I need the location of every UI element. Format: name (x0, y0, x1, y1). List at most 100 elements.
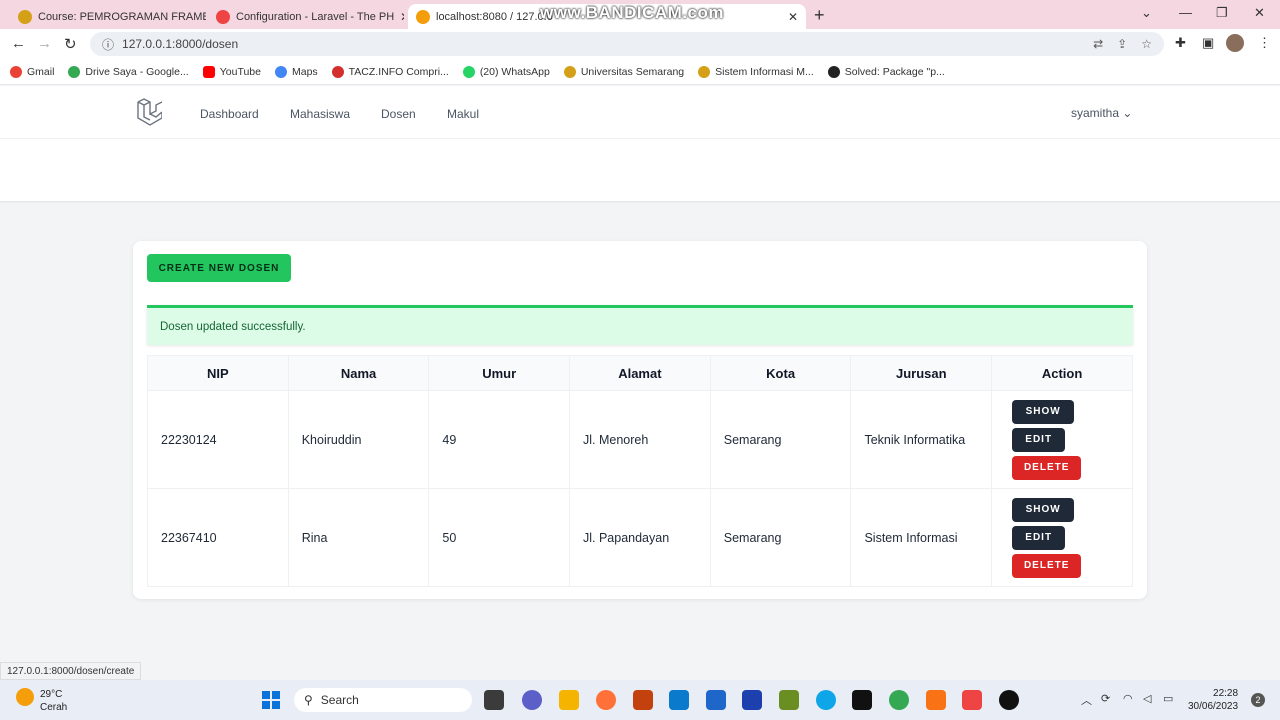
git-icon[interactable] (962, 690, 982, 710)
user-dropdown[interactable]: syamitha ⌄ (1071, 106, 1132, 120)
delete-button[interactable]: DELETE (1012, 455, 1082, 480)
cell-nip: 22367410 (147, 488, 289, 587)
maximize-button[interactable]: ❐ (1216, 5, 1228, 21)
start-button[interactable] (262, 691, 280, 709)
minimize-button[interactable]: — (1179, 5, 1192, 20)
recording-watermark: www.BANDICAM.com (540, 3, 724, 22)
bookmark-star-icon[interactable]: ☆ (1141, 37, 1152, 51)
share-icon[interactable]: ⇪ (1117, 37, 1127, 51)
reload-icon[interactable]: ↻ (64, 35, 77, 53)
maps-icon (274, 65, 287, 78)
task-view-icon[interactable] (484, 690, 504, 710)
xampp-icon[interactable] (926, 690, 946, 710)
cell-kota: Semarang (709, 390, 852, 489)
terminal-icon[interactable] (852, 690, 872, 710)
wifi-icon[interactable]: ◠ (1123, 692, 1133, 705)
cell-umur: 50 (428, 488, 570, 587)
bookmark-universitas[interactable]: Universitas Semarang (563, 65, 684, 78)
browser-tab-1[interactable]: Course: PEMROGRAMAN FRAME ✕ (10, 4, 206, 29)
firefox-icon[interactable] (596, 690, 616, 710)
bookmark-tacz[interactable]: TACZ.INFO Compri... (331, 65, 449, 78)
nav-dosen[interactable]: Dosen (381, 107, 416, 121)
profile-avatar[interactable] (1226, 34, 1244, 52)
drive-icon (68, 65, 81, 78)
url-text: 127.0.0.1:8000/dosen (122, 37, 239, 51)
file-explorer-icon[interactable] (559, 690, 579, 710)
success-alert: Dosen updated successfully. (147, 305, 1133, 345)
more-menu-icon[interactable]: ⋮ (1258, 35, 1271, 51)
column-header: Alamat (568, 355, 711, 391)
table-row: 22230124 Khoiruddin 49 Jl. Menoreh Semar… (147, 390, 1133, 489)
university-icon (18, 9, 32, 24)
translate-icon[interactable]: ⇄ (1093, 37, 1103, 51)
delete-button[interactable]: DELETE (1012, 553, 1082, 578)
vscode-icon[interactable] (669, 690, 689, 710)
weather-sun-icon (16, 688, 34, 706)
laravel-logo-icon[interactable] (136, 98, 162, 126)
info-icon[interactable]: ⓘ (102, 36, 114, 53)
close-icon[interactable]: ✕ (788, 10, 798, 24)
chrome-icon[interactable] (889, 690, 909, 710)
tab-title: localhost:8080 / 127.0.0 (436, 10, 553, 23)
cell-alamat: Jl. Papandayan (568, 488, 711, 587)
taskbar-search[interactable]: ⚲ Search (294, 688, 472, 712)
chat-icon[interactable] (522, 690, 542, 710)
nav-dashboard[interactable]: Dashboard (200, 107, 259, 121)
university-icon (698, 65, 711, 78)
university-icon (563, 65, 576, 78)
dosen-table: NIP Nama Umur Alamat Kota Jurusan Action… (147, 355, 1133, 587)
browser-tab-2[interactable]: Configuration - Laravel - The PH ✕ (208, 4, 404, 29)
bookmark-gmail[interactable]: Gmail (10, 65, 54, 78)
close-window-button[interactable]: ✕ (1254, 5, 1265, 21)
laravel-icon (216, 9, 230, 24)
cell-jurusan: Teknik Informatika (850, 390, 993, 489)
app-icon[interactable] (779, 690, 799, 710)
create-dosen-button[interactable]: CREATE NEW DOSEN (147, 254, 291, 282)
column-header: Umur (428, 355, 570, 391)
chevron-up-icon[interactable]: ︿ (1081, 692, 1092, 708)
column-header: Kota (709, 355, 852, 391)
bookmark-sistem-informasi[interactable]: Sistem Informasi M... (698, 65, 814, 78)
address-toolbar: ← → ↻ ⓘ 127.0.0.1:8000/dosen ⇄ ⇪ ☆ (0, 29, 1280, 59)
editor-icon[interactable] (742, 690, 762, 710)
url-input[interactable]: ⓘ 127.0.0.1:8000/dosen ⇄ ⇪ ☆ (90, 32, 1164, 56)
new-tab-button[interactable]: + (814, 5, 825, 26)
taskbar-clock[interactable]: 22:28 30/06/2023 (1188, 687, 1238, 713)
column-header: Nama (287, 355, 430, 391)
back-icon[interactable]: ← (11, 35, 26, 52)
forward-icon[interactable]: → (37, 35, 52, 52)
bookmark-solved[interactable]: Solved: Package "p... (827, 65, 945, 78)
show-button[interactable]: SHOW (1012, 497, 1075, 522)
bookmark-drive[interactable]: Drive Saya - Google... (68, 65, 189, 78)
cell-umur: 49 (428, 390, 570, 489)
sync-icon[interactable]: ⟳ (1101, 692, 1110, 705)
gmail-icon (10, 65, 22, 78)
github-icon (827, 65, 840, 78)
bookmark-youtube[interactable]: YouTube (202, 65, 261, 78)
edit-button[interactable]: EDIT (1012, 427, 1066, 452)
alert-message: Dosen updated successfully. (160, 320, 306, 333)
battery-icon[interactable]: ▭ (1163, 692, 1173, 705)
store-icon[interactable] (706, 690, 726, 710)
app-icon[interactable] (633, 690, 653, 710)
weather-temp: 29°C (40, 689, 63, 700)
close-icon[interactable]: ✕ (400, 10, 404, 24)
edit-button[interactable]: EDIT (1012, 525, 1066, 550)
search-icon: ⚲ (304, 693, 313, 707)
bookmark-whatsapp[interactable]: (20) WhatsApp (462, 65, 550, 78)
chevron-down-icon[interactable]: ⌄ (1141, 5, 1152, 21)
nav-makul[interactable]: Makul (447, 107, 479, 121)
extensions-icon[interactable]: ✚ (1175, 35, 1186, 51)
volume-icon[interactable]: ◁ (1143, 692, 1151, 705)
notification-badge[interactable]: 2 (1251, 693, 1265, 707)
table-row: 22367410 Rina 50 Jl. Papandayan Semarang… (147, 488, 1133, 587)
nav-mahasiswa[interactable]: Mahasiswa (290, 107, 350, 121)
weather-widget[interactable]: 29°C Cerah (16, 688, 67, 714)
sidepanel-icon[interactable]: ▣ (1202, 35, 1214, 51)
show-button[interactable]: SHOW (1012, 399, 1075, 424)
cell-action: SHOW EDIT DELETE (991, 390, 1133, 489)
windows-taskbar: 29°C Cerah ⚲ Search ︿ ⟳ ◠ ◁ ▭ 22:28 30/0… (0, 680, 1280, 720)
record-icon[interactable] (999, 690, 1019, 710)
bookmark-maps[interactable]: Maps (274, 65, 318, 78)
edge-icon[interactable] (816, 690, 836, 710)
